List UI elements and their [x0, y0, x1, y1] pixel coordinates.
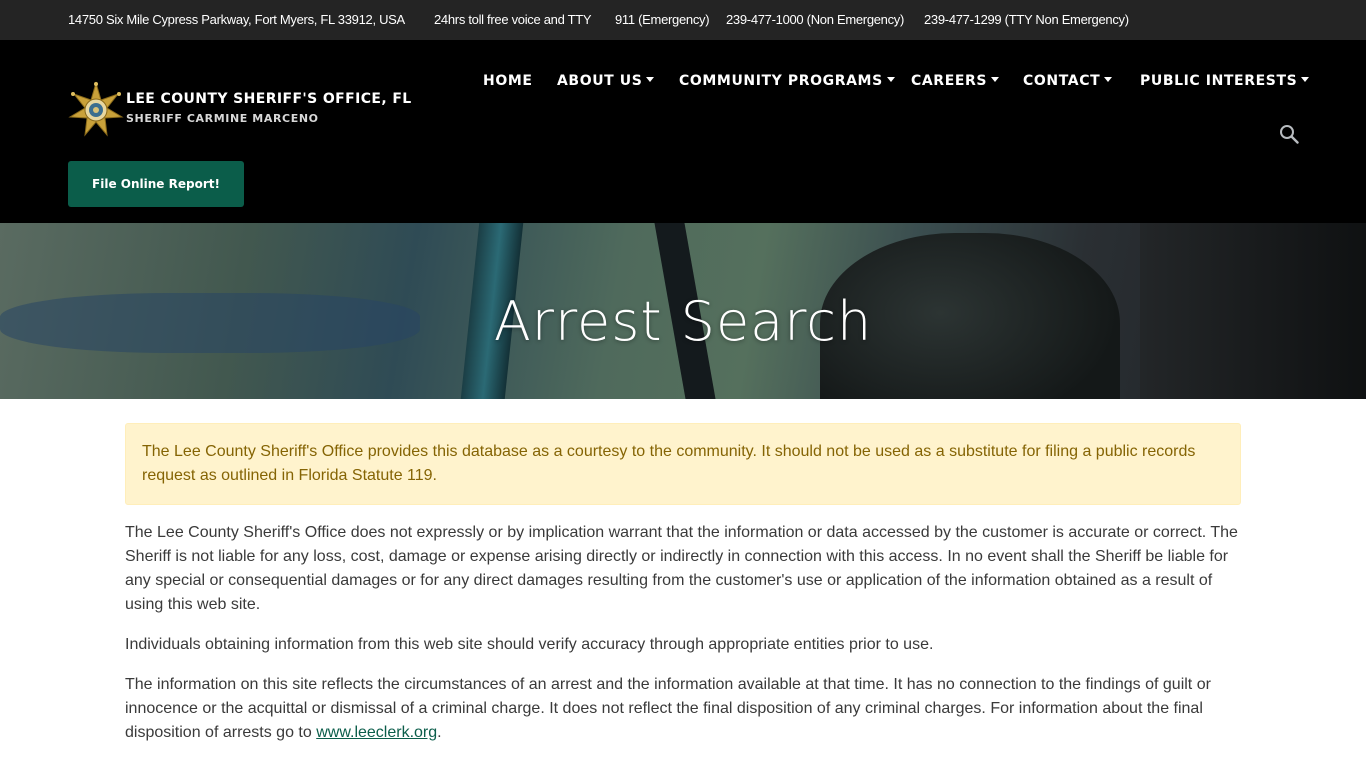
page-title: Arrest Search — [493, 290, 873, 353]
sheriff-star-badge-icon[interactable] — [68, 81, 124, 137]
tty-text: 24hrs toll free voice and TTY — [434, 12, 592, 27]
brand-title[interactable]: LEE COUNTY SHERIFF'S OFFICE, FL — [126, 91, 412, 107]
nav-home[interactable]: HOME — [483, 73, 533, 89]
emergency-phone[interactable]: 911 (Emergency) — [615, 12, 710, 27]
caret-down-icon — [991, 77, 1000, 82]
disclaimer-paragraph-3: The information on this site reflects th… — [125, 673, 1241, 745]
disclaimer-paragraph-1: The Lee County Sheriff's Office does not… — [125, 524, 1238, 613]
top-info-bar: 14750 Six Mile Cypress Parkway, Fort Mye… — [0, 0, 1366, 40]
leeclerk-link[interactable]: www.leeclerk.org — [316, 724, 437, 741]
nav-public-interests[interactable]: PUBLIC INTERESTS — [1140, 73, 1310, 89]
notice-alert: The Lee County Sheriff's Office provides… — [125, 423, 1241, 505]
disclaimer-paragraph-3-end: . — [437, 724, 442, 741]
brand-subtitle: SHERIFF CARMINE MARCENO — [126, 112, 319, 125]
hero-banner: Arrest Search — [0, 223, 1366, 399]
nav-home-label: HOME — [483, 73, 533, 89]
nav-about-label: ABOUT US — [557, 73, 643, 89]
caret-down-icon — [646, 77, 655, 82]
nav-public-label: PUBLIC INTERESTS — [1140, 73, 1298, 89]
disclaimer-paragraph-2: Individuals obtaining information from t… — [125, 636, 934, 653]
disclaimer-paragraph-3-text: The information on this site reflects th… — [125, 676, 1211, 741]
caret-down-icon — [1104, 77, 1113, 82]
non-emergency-phone[interactable]: 239-477-1000 (Non Emergency) — [726, 12, 904, 27]
nav-careers-label: CAREERS — [911, 73, 988, 89]
file-online-report-button[interactable]: File Online Report! — [68, 161, 244, 207]
tty-non-emergency-phone[interactable]: 239-477-1299 (TTY Non Emergency) — [924, 12, 1129, 27]
nav-contact-label: CONTACT — [1023, 73, 1101, 89]
nav-community-programs[interactable]: COMMUNITY PROGRAMS — [679, 73, 895, 89]
caret-down-icon — [1301, 77, 1310, 82]
nav-community-label: COMMUNITY PROGRAMS — [679, 73, 883, 89]
nav-careers[interactable]: CAREERS — [911, 73, 1000, 89]
address-text: 14750 Six Mile Cypress Parkway, Fort Mye… — [68, 12, 405, 27]
nav-about-us[interactable]: ABOUT US — [557, 73, 655, 89]
search-icon[interactable] — [1279, 124, 1299, 144]
caret-down-icon — [886, 77, 895, 82]
nav-contact[interactable]: CONTACT — [1023, 73, 1113, 89]
